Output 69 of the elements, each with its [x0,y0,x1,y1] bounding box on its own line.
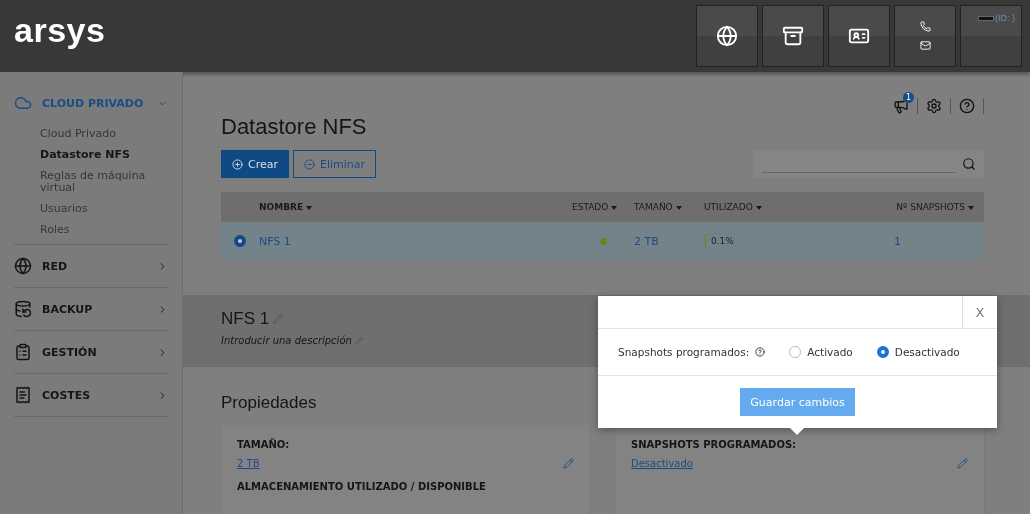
datastore-name: NFS 1 [221,309,270,329]
create-button[interactable]: Crear [221,150,289,178]
clipboard-icon [14,343,32,361]
globe-button[interactable] [696,5,758,67]
mail-icon [919,40,931,51]
sort-caret-icon [968,205,974,210]
table-cell-text: 1 [894,234,902,248]
description-text: Introducir una descripción [221,335,352,346]
logo: arsys [14,10,106,50]
property-value-link[interactable]: Desactivado [631,458,693,469]
contact-button[interactable] [828,5,890,67]
sidebar-item[interactable]: Roles [40,224,168,236]
globe-icon [14,257,32,275]
phone-icon [919,21,931,32]
sidebar-section[interactable]: BACKUP [14,288,168,330]
minus-icon [304,158,315,170]
column-header[interactable]: Nº SNAPSHOTS [894,202,984,212]
sidebar-item[interactable]: Usuarios [40,203,168,215]
globe-icon [716,25,738,47]
section-title: Propiedades [221,393,317,413]
sidebar-section[interactable]: CLOUD PRIVADO [14,82,168,124]
delete-button[interactable]: Eliminar [293,150,377,178]
page-title: Datastore NFS [221,114,368,140]
close-button[interactable]: X [962,296,997,328]
help-icon[interactable] [755,347,766,357]
redacted-bar [978,15,994,21]
sort-caret-icon [611,205,618,210]
sidebar-section[interactable]: RED [14,245,168,287]
archive-button[interactable] [762,5,824,67]
column-header[interactable]: ESTADO [572,202,634,212]
sidebar-item[interactable]: Datastore NFS [40,149,168,161]
radio-option[interactable]: Activado [789,346,853,358]
sort-caret-icon [306,205,313,210]
search-icon [962,157,976,171]
table-row[interactable]: NFS 1 2 TB 0.1% 1 [221,222,984,260]
save-button[interactable]: Guardar cambios [740,388,855,416]
property-value-link[interactable]: 2 TB [237,458,260,469]
phone-mail-button[interactable] [894,5,956,67]
notification-badge: 1 [903,92,914,103]
radio-button[interactable] [876,346,889,358]
property-label: SNAPSHOTS PROGRAMADOS: [631,439,798,450]
sidebar-item[interactable]: Reglas de máquina virtual [40,170,168,194]
sidebar-item[interactable]: Cloud Privado [40,128,168,140]
account-button[interactable]: (ID: ) [960,5,1022,67]
column-header[interactable]: UTILIZADO [704,202,894,212]
property-label: TAMAÑO: [237,439,291,450]
column-header[interactable]: NOMBRE [259,202,572,212]
sidebar-section[interactable]: GESTIÓN [14,331,168,373]
usage-reading: 0.1% [711,236,734,246]
property-label: ALMACENAMIENTO UTILIZADO / DISPONIBLE [237,481,487,492]
cloud-icon [14,94,32,112]
backup-icon [14,300,32,318]
megaphone-icon[interactable] [893,98,909,114]
table-cell-text: NFS 1 [259,234,292,248]
sidebar-section[interactable]: COSTES [14,374,168,416]
search-field[interactable] [754,150,984,178]
sort-caret-icon [675,205,682,210]
radio-option[interactable]: Desactivado [876,346,960,358]
field-label: Snapshots programados: [618,346,750,358]
column-header[interactable]: TAMAÑO [634,202,704,212]
settings-icon[interactable] [926,98,942,114]
row-radio[interactable] [234,235,246,247]
invoice-icon [14,386,32,404]
account-id: (ID: ) [995,13,1015,23]
archive-icon [782,25,804,47]
table-cell-text: 2 TB [634,234,660,248]
sort-caret-icon [755,205,762,210]
plus-icon [232,158,243,170]
help-icon[interactable] [959,98,975,114]
